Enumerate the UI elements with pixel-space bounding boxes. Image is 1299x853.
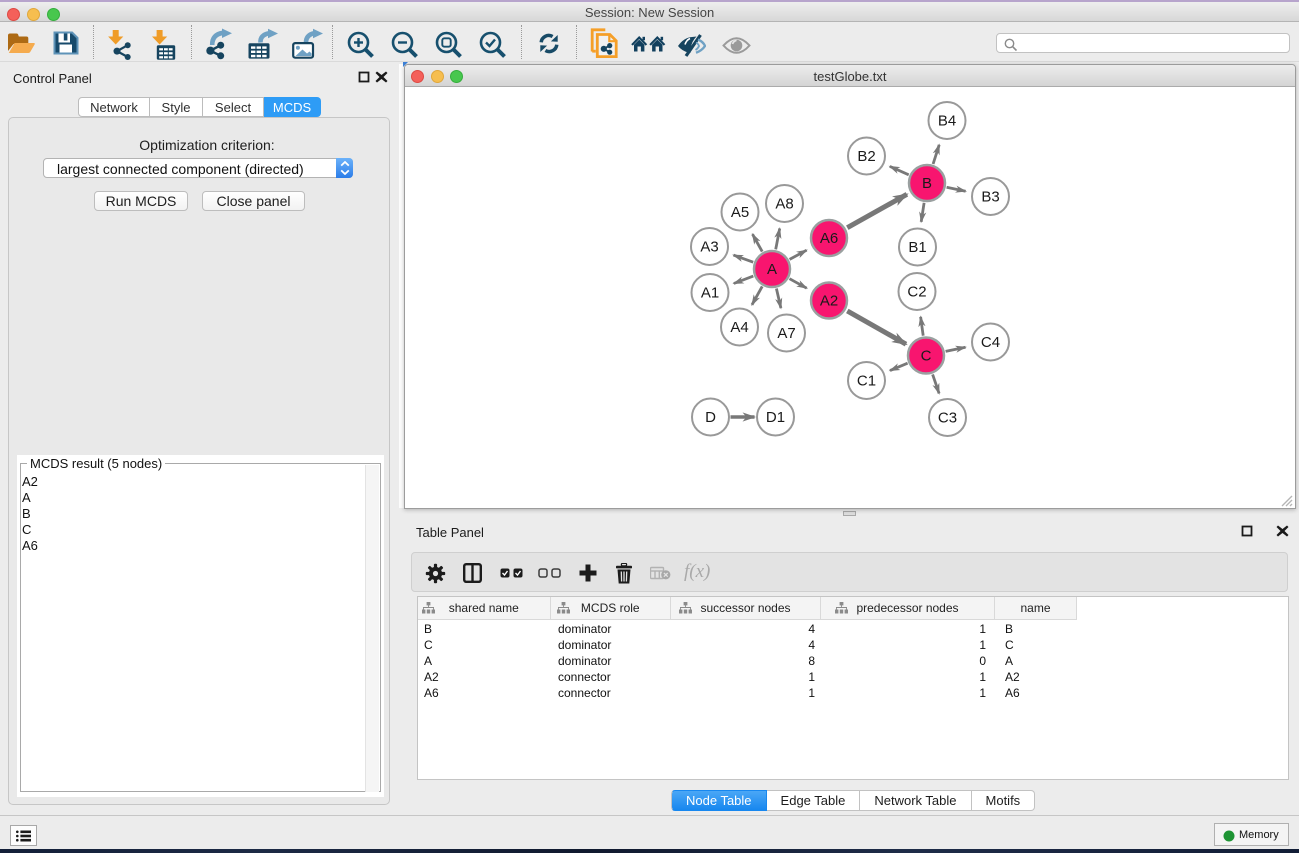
svg-text:A7: A7 <box>777 325 795 342</box>
svg-text:B3: B3 <box>981 189 999 206</box>
svg-text:A3: A3 <box>700 239 718 256</box>
svg-text:C: C <box>921 348 932 365</box>
svg-text:A1: A1 <box>701 285 719 302</box>
svg-text:C1: C1 <box>857 373 876 390</box>
svg-text:A: A <box>767 261 777 278</box>
svg-text:B2: B2 <box>857 148 875 165</box>
svg-text:C3: C3 <box>938 410 957 427</box>
svg-text:C4: C4 <box>981 334 1000 351</box>
svg-text:A2: A2 <box>820 293 838 310</box>
svg-text:A6: A6 <box>820 230 838 247</box>
svg-text:B4: B4 <box>938 113 956 130</box>
svg-text:A4: A4 <box>730 319 748 336</box>
svg-text:A8: A8 <box>775 196 793 213</box>
svg-text:B: B <box>922 175 932 192</box>
svg-text:C2: C2 <box>907 284 926 301</box>
svg-text:A5: A5 <box>731 204 749 221</box>
svg-text:B1: B1 <box>908 239 926 256</box>
svg-text:D1: D1 <box>766 409 785 426</box>
svg-text:D: D <box>705 409 716 426</box>
